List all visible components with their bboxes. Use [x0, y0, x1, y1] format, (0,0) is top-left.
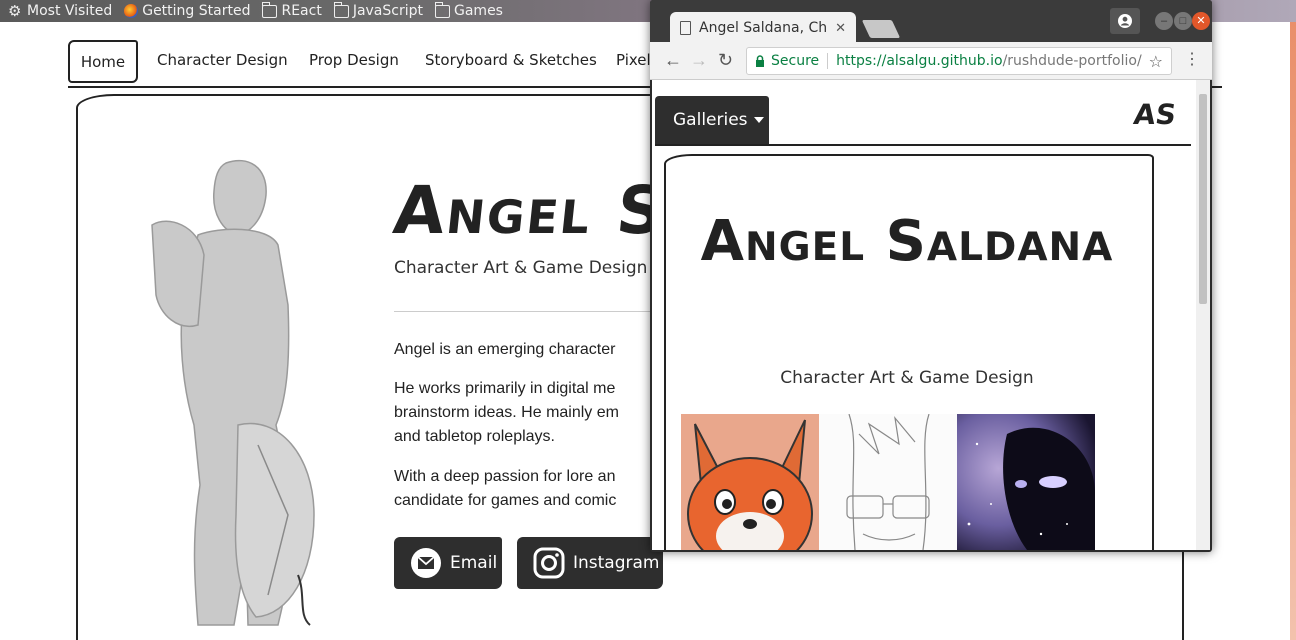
bio-paragraph-3-line-2: candidate for games and comic	[394, 492, 617, 509]
sketch-illustration	[846, 414, 930, 550]
lock-icon	[756, 55, 764, 67]
cosmic-mask-thumbnail[interactable]	[957, 414, 1095, 550]
url-path: /rushdude-portfolio/	[1002, 53, 1142, 69]
hero-name-heading: Angel S	[389, 172, 671, 249]
bookmark-folder-react[interactable]: REact	[262, 1, 322, 19]
instagram-icon	[533, 547, 565, 579]
bookmark-folder-games[interactable]: Games	[435, 1, 503, 19]
bio-paragraph-1: Angel is an emerging character	[394, 341, 616, 358]
maximize-button[interactable]: □	[1174, 12, 1192, 30]
bio-paragraph-2-line-3: and tabletop roleplays.	[394, 428, 555, 445]
instagram-label: Instagram	[573, 553, 660, 573]
nav-storyboard-sketches[interactable]: Storyboard & Sketches	[409, 40, 613, 83]
nav-character-design[interactable]: Character Design	[141, 40, 304, 83]
menu-kebab-icon[interactable]: ⋮	[1184, 50, 1200, 70]
folder-icon	[333, 1, 349, 18]
gear-icon: ⚙	[8, 1, 22, 20]
right-accent-strip	[1290, 22, 1296, 640]
brand-logo[interactable]: AS	[1132, 98, 1178, 131]
chrome-window: Angel Saldana, Cha ✕ – □ ✕ ← → ↻ Secure …	[650, 0, 1212, 552]
galleries-dropdown[interactable]: Galleries	[655, 96, 769, 144]
character-sketch-image	[151, 159, 315, 626]
nav-prop-design[interactable]: Prop Design	[293, 40, 415, 83]
email-button[interactable]: Email	[394, 537, 502, 589]
tab-title: Angel Saldana, Cha	[699, 20, 828, 36]
tab-strip: Angel Saldana, Cha ✕ – □ ✕	[650, 0, 1212, 44]
url-host: https://alsalgu.github.io	[836, 53, 1003, 69]
browser-tab-active[interactable]: Angel Saldana, Cha ✕	[670, 12, 856, 44]
caret-down-icon	[753, 117, 764, 123]
user-icon	[1118, 14, 1132, 28]
bio-paragraph-2-line-2: brainstorm ideas. He mainly em	[394, 404, 619, 421]
bookmark-label: Getting Started	[142, 3, 251, 19]
hero-subtitle: Character Art & Game Design	[394, 258, 648, 278]
close-window-button[interactable]: ✕	[1192, 12, 1210, 30]
envelope-icon	[411, 548, 441, 578]
back-arrow-icon[interactable]: ←	[664, 50, 682, 70]
nav-home[interactable]: Home	[68, 40, 138, 83]
browser-toolbar: ← → ↻ Secure https://alsalgu.github.io/r…	[650, 42, 1212, 80]
reload-icon[interactable]: ↻	[718, 50, 733, 70]
email-label: Email	[450, 553, 498, 573]
firefox-icon	[124, 4, 139, 18]
instagram-button[interactable]: Instagram	[517, 537, 663, 589]
secure-label: Secure	[771, 53, 820, 69]
bookmark-label: REact	[281, 3, 322, 19]
mobile-name-heading: Angel Saldana	[700, 209, 1114, 274]
omnibox-separator	[827, 53, 829, 69]
bookmark-label: JavaScript	[352, 3, 423, 19]
cosmic-mask-illustration	[967, 427, 1095, 550]
bookmark-label: Games	[454, 3, 503, 19]
folder-icon	[435, 1, 450, 18]
galleries-label: Galleries	[673, 110, 748, 130]
gallery-thumbnails	[681, 414, 1135, 550]
bio-paragraph-2-line-1: He works primarily in digital me	[394, 380, 616, 397]
fox-character-thumbnail[interactable]	[681, 414, 819, 550]
new-tab-button[interactable]	[861, 20, 901, 38]
page-icon	[680, 21, 691, 35]
sketch-portrait-thumbnail[interactable]	[819, 414, 957, 550]
fox-illustration	[687, 419, 813, 550]
mobile-subtitle: Character Art & Game Design	[780, 368, 1034, 388]
vertical-scrollbar[interactable]	[1196, 80, 1210, 550]
forward-arrow-icon[interactable]: →	[690, 50, 708, 70]
bookmark-star-icon[interactable]: ☆	[1149, 52, 1163, 71]
profile-button[interactable]	[1110, 8, 1140, 34]
scrollbar-thumb[interactable]	[1199, 94, 1207, 304]
bookmark-most-visited[interactable]: ⚙ Most Visited	[8, 3, 112, 19]
page-viewport: Galleries AS Angel Saldana Character Art…	[652, 80, 1196, 550]
bookmark-getting-started[interactable]: Getting Started	[124, 3, 250, 19]
bio-paragraph-3-line-1: With a deep passion for lore an	[394, 468, 616, 485]
divider	[394, 311, 654, 312]
minimize-button[interactable]: –	[1155, 12, 1173, 30]
bookmark-label: Most Visited	[27, 3, 113, 19]
folder-icon	[262, 1, 278, 18]
close-tab-icon[interactable]: ✕	[835, 21, 846, 36]
bookmark-folder-javascript[interactable]: JavaScript	[333, 1, 423, 19]
nav-underline	[655, 144, 1191, 146]
address-bar[interactable]: Secure https://alsalgu.github.io/rushdud…	[746, 47, 1172, 75]
